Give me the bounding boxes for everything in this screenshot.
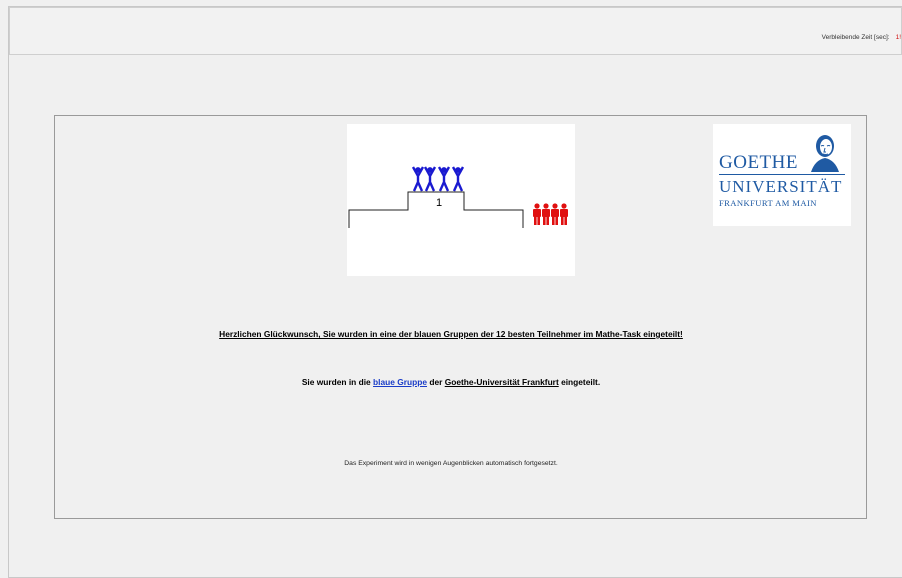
congratulation-text: Herzlichen Glückwunsch, Sie wurden in ei… <box>219 329 683 339</box>
goethe-portrait-icon <box>811 135 839 172</box>
university-name-text: Goethe-Universität Frankfurt <box>444 377 559 387</box>
group-assignment-message: Sie wurden in die blaue Gruppe der Goeth… <box>0 377 902 387</box>
blue-group-figures <box>411 166 465 192</box>
assign-mid: der <box>429 377 443 387</box>
congratulation-message: Herzlichen Glückwunsch, Sie wurden in ei… <box>0 329 902 339</box>
logo-divider <box>719 174 845 175</box>
podium-image: 1 <box>347 124 575 276</box>
top-bar: Verbleibende Zeit [sec]: 1! <box>9 7 902 55</box>
timer-value: 1! <box>895 34 901 41</box>
logo-line-goethe: GOETHE <box>719 152 798 173</box>
blue-group-text: blaue Gruppe <box>373 377 428 387</box>
continue-notice: Das Experiment wird in wenigen Augenblic… <box>344 460 558 467</box>
timer-label: Verbleibende Zeit [sec]: <box>821 34 890 41</box>
assign-suffix: eingeteilt. <box>561 377 601 387</box>
goethe-university-logo: GOETHE UNIVERSITÄT FRANKFURT AM MAIN <box>713 124 851 226</box>
podium-place-label: 1 <box>436 197 442 209</box>
remaining-time: Verbleibende Zeit [sec]: 1! <box>822 34 901 41</box>
logo-line-universitaet: UNIVERSITÄT <box>719 177 843 196</box>
red-group-figures <box>533 203 568 225</box>
assign-prefix: Sie wurden in die <box>301 377 371 387</box>
podium-graphic: 1 <box>348 166 568 228</box>
logo-line-frankfurt: FRANKFURT AM MAIN <box>719 198 817 208</box>
